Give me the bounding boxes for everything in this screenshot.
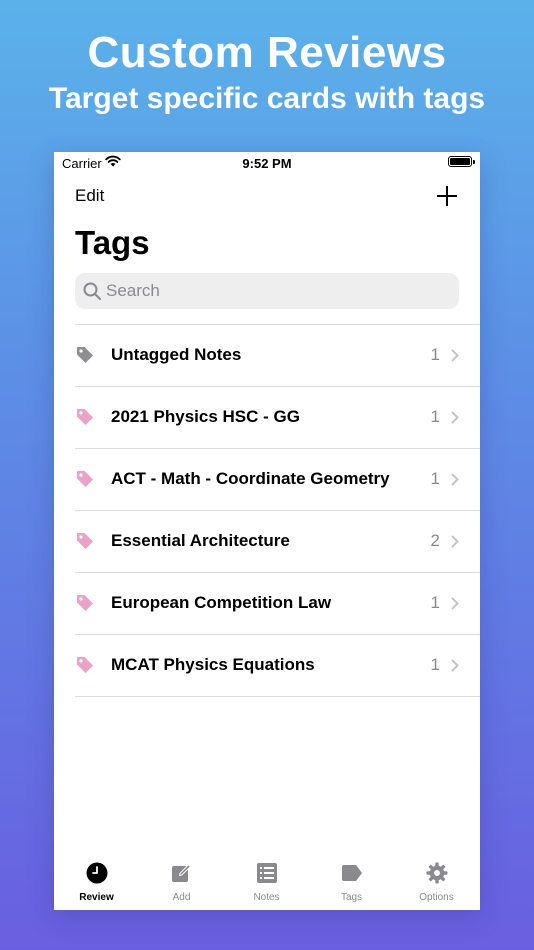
tab-label: Tags bbox=[340, 892, 363, 903]
tag-row[interactable]: MCAT Physics Equations 1 bbox=[75, 635, 480, 697]
tag-icon bbox=[77, 533, 93, 549]
tag-label: ACT - Math - Coordinate Geometry bbox=[111, 469, 390, 488]
chevron-right-icon bbox=[451, 473, 459, 486]
tag-label: MCAT Physics Equations bbox=[111, 655, 315, 674]
tag-row[interactable]: European Competition Law 1 bbox=[75, 573, 480, 635]
tag-count: 1 bbox=[430, 593, 440, 612]
tag-count: 1 bbox=[430, 345, 440, 364]
tab-add[interactable]: Add bbox=[139, 862, 224, 910]
status-bar: Carrier 9:52 PM bbox=[54, 152, 480, 174]
clock-icon bbox=[86, 862, 107, 884]
tab-bar: Review Add Notes Tags Options bbox=[54, 854, 480, 910]
tab-label: Review bbox=[79, 892, 114, 903]
tab-label: Add bbox=[172, 892, 191, 903]
tag-icon bbox=[77, 595, 93, 611]
chevron-right-icon bbox=[451, 349, 459, 362]
tag-icon bbox=[77, 657, 93, 673]
tag-row[interactable]: ACT - Math - Coordinate Geometry 1 bbox=[75, 449, 480, 511]
search-input[interactable] bbox=[106, 273, 446, 309]
chevron-right-icon bbox=[451, 411, 459, 424]
tag-count: 1 bbox=[430, 407, 440, 426]
tab-label: Notes bbox=[253, 892, 280, 903]
compose-icon bbox=[171, 864, 191, 882]
tag-count: 1 bbox=[430, 655, 440, 674]
tag-list: Untagged Notes 1 2021 Physics HSC - GG 1… bbox=[75, 324, 480, 697]
tag-label: European Competition Law bbox=[111, 593, 332, 612]
tab-tags[interactable]: Tags bbox=[309, 862, 394, 910]
chevron-right-icon bbox=[451, 535, 459, 548]
page-title: Tags bbox=[75, 224, 150, 261]
tag-label: Essential Architecture bbox=[111, 531, 290, 550]
tag-row[interactable]: 2021 Physics HSC - GG 1 bbox=[75, 387, 480, 449]
hero-subtitle: Target specific cards with tags bbox=[48, 82, 486, 115]
tab-notes[interactable]: Notes bbox=[224, 862, 309, 910]
tag-count: 1 bbox=[430, 469, 440, 488]
chevron-right-icon bbox=[451, 597, 459, 610]
tag-icon bbox=[77, 471, 93, 487]
tab-label: Options bbox=[419, 892, 454, 903]
tag-icon bbox=[341, 865, 362, 881]
tab-review[interactable]: Review bbox=[54, 862, 139, 910]
phone-screen: Carrier 9:52 PM Edit Tags Untagged Notes… bbox=[54, 152, 480, 910]
chevron-right-icon bbox=[451, 659, 459, 672]
tag-icon bbox=[77, 347, 93, 363]
tag-row[interactable]: Essential Architecture 2 bbox=[75, 511, 480, 573]
search-icon bbox=[83, 282, 101, 300]
tag-row[interactable]: Untagged Notes 1 bbox=[75, 325, 480, 387]
plus-icon[interactable] bbox=[436, 185, 458, 207]
tag-icon bbox=[77, 409, 93, 425]
gear-icon bbox=[426, 862, 447, 884]
edit-button[interactable]: Edit bbox=[75, 186, 104, 206]
status-time: 9:52 PM bbox=[242, 156, 292, 171]
list-icon bbox=[256, 863, 277, 883]
tag-count: 2 bbox=[430, 531, 440, 550]
tag-label: 2021 Physics HSC - GG bbox=[111, 407, 300, 426]
battery-icon bbox=[448, 156, 475, 167]
search-bar[interactable] bbox=[75, 273, 459, 309]
tag-label: Untagged Notes bbox=[111, 345, 242, 364]
tab-options[interactable]: Options bbox=[394, 862, 479, 910]
hero-title: Custom Reviews bbox=[87, 28, 447, 77]
